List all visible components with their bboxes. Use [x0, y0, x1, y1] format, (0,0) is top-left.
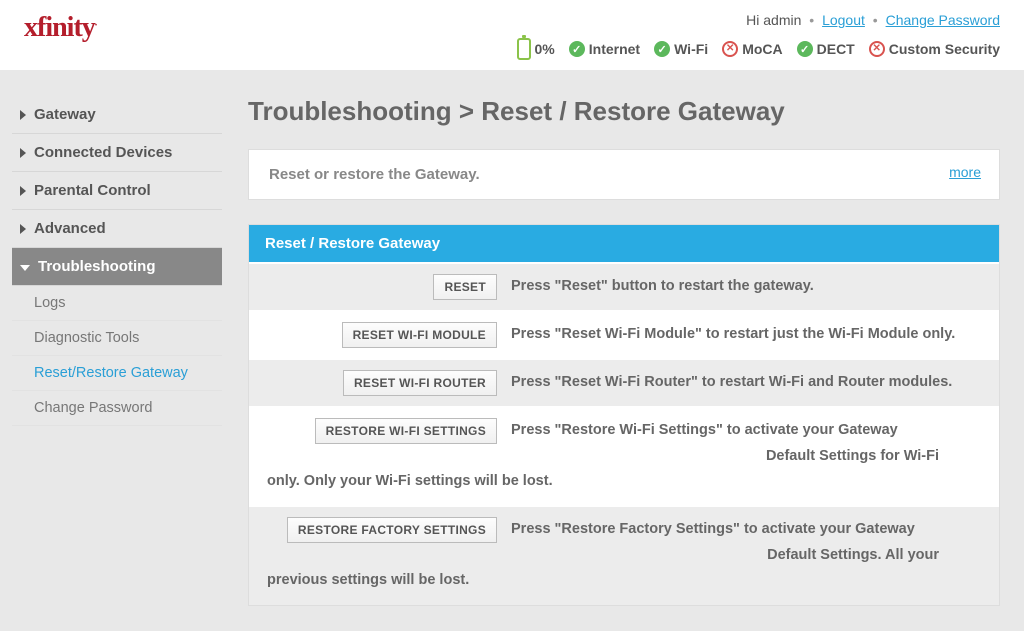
sidebar-item-label: Connected Devices — [34, 144, 172, 161]
more-link[interactable]: more — [949, 164, 981, 180]
battery-percent: 0% — [535, 41, 555, 57]
sidebar-item-label: Troubleshooting — [38, 258, 156, 275]
sidebar-item-advanced[interactable]: Advanced — [12, 210, 222, 248]
sidebar-item-troubleshooting[interactable]: Troubleshooting — [12, 248, 222, 286]
reset-wifi-router-button[interactable]: RESET WI-FI ROUTER — [343, 370, 497, 396]
status-custom-security: ✕ Custom Security — [869, 41, 1000, 57]
chevron-right-icon — [20, 224, 26, 234]
logout-link[interactable]: Logout — [822, 12, 865, 28]
chevron-right-icon — [20, 110, 26, 120]
subnav-change-password[interactable]: Change Password — [12, 391, 222, 426]
reset-section: Reset / Restore Gateway RESET Press "Res… — [248, 224, 1000, 606]
sidebar-item-label: Gateway — [34, 106, 96, 123]
reset-row: RESET Press "Reset" button to restart th… — [249, 264, 999, 310]
sidebar-item-label: Advanced — [34, 220, 106, 237]
sidebar-item-connected-devices[interactable]: Connected Devices — [12, 134, 222, 172]
battery-icon — [517, 38, 531, 60]
intro-text: Reset or restore the Gateway. — [269, 166, 480, 183]
restore-wifi-settings-button[interactable]: RESTORE WI-FI SETTINGS — [315, 418, 497, 444]
restore-factory-desc-top: Press "Restore Factory Settings" to acti… — [511, 517, 981, 542]
separator-dot: • — [809, 12, 814, 28]
status-wifi: ✓ Wi-Fi — [654, 41, 708, 57]
reset-wifi-router-desc: Press "Reset Wi-Fi Router" to restart Wi… — [511, 370, 981, 395]
separator-dot: • — [873, 12, 878, 28]
reset-desc: Press "Reset" button to restart the gate… — [511, 274, 981, 299]
battery-status: 0% — [517, 38, 555, 60]
subnav-diagnostic-tools[interactable]: Diagnostic Tools — [12, 321, 222, 356]
restore-factory-desc-cont1: Default Settings. All your — [249, 543, 999, 568]
restore-wifi-settings-row: RESTORE WI-FI SETTINGS Press "Restore Wi… — [249, 408, 999, 505]
subnav-reset-restore[interactable]: Reset/Restore Gateway — [12, 356, 222, 391]
sidebar-item-parental-control[interactable]: Parental Control — [12, 172, 222, 210]
check-icon: ✓ — [654, 41, 670, 57]
page-title: Troubleshooting > Reset / Restore Gatewa… — [248, 96, 1000, 127]
sidebar-item-gateway[interactable]: Gateway — [12, 96, 222, 134]
sidebar-item-label: Parental Control — [34, 182, 151, 199]
reset-wifi-router-row: RESET WI-FI ROUTER Press "Reset Wi-Fi Ro… — [249, 360, 999, 406]
subnav-logs[interactable]: Logs — [12, 286, 222, 321]
x-icon: ✕ — [869, 41, 885, 57]
reset-button[interactable]: RESET — [433, 274, 497, 300]
restore-wifi-desc-top: Press "Restore Wi-Fi Settings" to activa… — [511, 418, 981, 443]
chevron-right-icon — [20, 148, 26, 158]
status-moca: ✕ MoCA — [722, 41, 782, 57]
status-internet: ✓ Internet — [569, 41, 640, 57]
check-icon: ✓ — [797, 41, 813, 57]
reset-wifi-module-button[interactable]: RESET WI-FI MODULE — [342, 322, 497, 348]
content: Gateway Connected Devices Parental Contr… — [0, 70, 1024, 630]
chevron-down-icon — [20, 265, 30, 271]
chevron-right-icon — [20, 186, 26, 196]
greeting-text: Hi admin — [746, 12, 801, 28]
restore-factory-settings-row: RESTORE FACTORY SETTINGS Press "Restore … — [249, 507, 999, 604]
main: Troubleshooting > Reset / Restore Gatewa… — [248, 96, 1000, 630]
logo: xfinity. — [24, 12, 96, 44]
x-icon: ✕ — [722, 41, 738, 57]
reset-wifi-module-row: RESET WI-FI MODULE Press "Reset Wi-Fi Mo… — [249, 312, 999, 358]
section-header: Reset / Restore Gateway — [249, 225, 999, 262]
change-password-link[interactable]: Change Password — [886, 12, 1000, 28]
header: xfinity. Hi admin • Logout • Change Pass… — [0, 0, 1024, 70]
status-bar: 0% ✓ Internet ✓ Wi-Fi ✕ MoCA ✓ DECT ✕ Cu… — [509, 38, 1000, 60]
status-dect: ✓ DECT — [797, 41, 855, 57]
reset-wifi-module-desc: Press "Reset Wi-Fi Module" to restart ju… — [511, 322, 981, 347]
restore-factory-desc-cont2: previous settings will be lost. — [249, 568, 999, 603]
restore-factory-settings-button[interactable]: RESTORE FACTORY SETTINGS — [287, 517, 497, 543]
sidebar-subnav: Logs Diagnostic Tools Reset/Restore Gate… — [12, 286, 222, 426]
restore-wifi-desc-cont2: only. Only your Wi-Fi settings will be l… — [249, 469, 999, 504]
check-icon: ✓ — [569, 41, 585, 57]
header-right: Hi admin • Logout • Change Password 0% ✓… — [509, 12, 1000, 60]
sidebar: Gateway Connected Devices Parental Contr… — [12, 96, 222, 630]
restore-wifi-desc-cont1: Default Settings for Wi-Fi — [249, 444, 999, 469]
header-user-line: Hi admin • Logout • Change Password — [509, 12, 1000, 28]
intro-card: Reset or restore the Gateway. more — [248, 149, 1000, 200]
